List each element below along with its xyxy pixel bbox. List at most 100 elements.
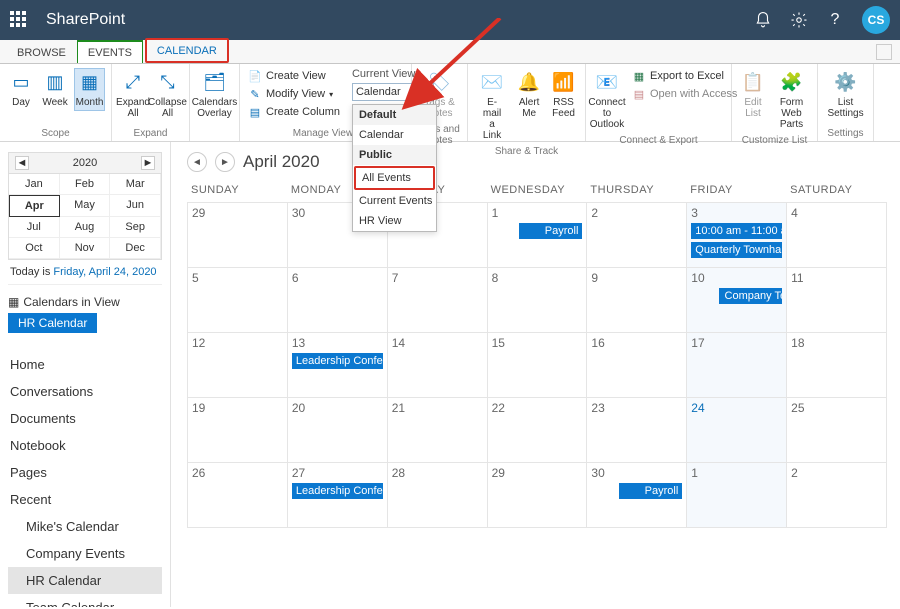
calendar-cell[interactable]: 18 [786, 332, 887, 398]
mini-month-jun[interactable]: Jun [110, 195, 161, 217]
calendar-cell[interactable]: 5 [187, 267, 288, 333]
calendars-overlay-button[interactable]: 🗂Calendars Overlay [196, 68, 233, 122]
tab-calendar[interactable]: CALENDAR [145, 38, 229, 63]
mini-month-sep[interactable]: Sep [110, 217, 161, 238]
view-option-hr-view[interactable]: HR View [353, 211, 436, 231]
mini-month-aug[interactable]: Aug [60, 217, 111, 238]
calendar-event[interactable]: Leadership Confer [292, 483, 383, 499]
mini-next-button[interactable]: ► [141, 156, 155, 170]
calendar-event[interactable]: Leadership Confer [292, 353, 383, 369]
nav-team-calendar[interactable]: Team Calendar [8, 594, 162, 607]
expand-all-button[interactable]: ⤢Expand All [118, 68, 148, 122]
nav-conversations[interactable]: Conversations [8, 378, 162, 405]
calendar-cell[interactable]: 310:00 am - 11:00 amQuarterly Townhall [686, 202, 787, 268]
email-link-button[interactable]: ✉️E-mail a Link [474, 68, 510, 144]
calendar-event[interactable]: Company Team Bu [719, 288, 783, 304]
mini-month-dec[interactable]: Dec [110, 238, 161, 259]
rss-feed-button[interactable]: 📶RSS Feed [548, 68, 579, 144]
open-access-button[interactable]: ▤Open with Access [630, 86, 739, 102]
view-option-calendar[interactable]: Calendar [353, 125, 436, 145]
calendar-cell[interactable]: 4 [786, 202, 887, 268]
calendar-cell[interactable]: 12 [187, 332, 288, 398]
calendar-cell[interactable]: 10Company Team Bu [686, 267, 787, 333]
cal-prev-button[interactable]: ◄ [187, 152, 207, 172]
calendar-cell[interactable]: 2 [786, 462, 887, 528]
calendar-cell[interactable]: 23 [586, 397, 687, 463]
scope-week-button[interactable]: ▥Week [40, 68, 70, 111]
nav-home[interactable]: Home [8, 351, 162, 378]
scope-day-button[interactable]: ▭Day [6, 68, 36, 111]
calendar-event[interactable]: Payroll [619, 483, 683, 499]
connect-outlook-button[interactable]: 📧Connect to Outlook [592, 68, 622, 133]
gear-icon[interactable] [790, 11, 808, 29]
mini-month-nov[interactable]: Nov [60, 238, 111, 259]
mini-month-jul[interactable]: Jul [9, 217, 60, 238]
mini-month-apr[interactable]: Apr [9, 195, 60, 217]
nav-company-events[interactable]: Company Events [8, 540, 162, 567]
focus-content-icon[interactable] [876, 44, 892, 60]
alert-me-button[interactable]: 🔔Alert Me [514, 68, 544, 144]
calendar-cell[interactable]: 2 [586, 202, 687, 268]
calendar-cell[interactable]: 13Leadership Confer [287, 332, 388, 398]
calendar-cell[interactable]: 26 [187, 462, 288, 528]
calendar-cell[interactable]: 1Payroll [487, 202, 588, 268]
calendar-cell[interactable]: 27Leadership Confer [287, 462, 388, 528]
calendar-cell[interactable]: 19 [187, 397, 288, 463]
calendar-cell[interactable]: 17 [686, 332, 787, 398]
calendar-cell[interactable]: 25 [786, 397, 887, 463]
view-option-all-events[interactable]: All Events [354, 166, 435, 190]
calendar-cell[interactable]: 28 [387, 462, 488, 528]
nav-recent[interactable]: Recent [8, 486, 162, 513]
calendar-cell[interactable]: 11 [786, 267, 887, 333]
calendar-cell[interactable]: 1 [686, 462, 787, 528]
mini-month-feb[interactable]: Feb [60, 174, 111, 195]
create-column-button[interactable]: ▤Create Column [246, 104, 342, 120]
tab-events[interactable]: EVENTS [77, 40, 143, 63]
calendar-cell[interactable]: 21 [387, 397, 488, 463]
nav-notebook[interactable]: Notebook [8, 432, 162, 459]
collapse-all-button[interactable]: ⤡Collapse All [152, 68, 183, 122]
mini-month-jan[interactable]: Jan [9, 174, 60, 195]
calendar-cell[interactable]: 20 [287, 397, 388, 463]
calendar-event[interactable]: Payroll [519, 223, 583, 239]
calendar-event[interactable]: 10:00 am - 11:00 am [691, 223, 782, 239]
avatar[interactable]: CS [862, 6, 890, 34]
calendar-cell[interactable]: 9 [586, 267, 687, 333]
nav-documents[interactable]: Documents [8, 405, 162, 432]
calendar-cell[interactable]: 6 [287, 267, 388, 333]
notifications-icon[interactable] [754, 11, 772, 29]
app-launcher-icon[interactable] [10, 11, 28, 29]
view-option-current-events[interactable]: Current Events [353, 191, 436, 211]
tab-browse[interactable]: BROWSE [6, 41, 77, 63]
create-view-button[interactable]: 📄Create View [246, 68, 342, 84]
calendar-cell[interactable]: 16 [586, 332, 687, 398]
calendar-cell[interactable]: 14 [387, 332, 488, 398]
calendar-cell[interactable]: 29 [187, 202, 288, 268]
nav-mikes-calendar[interactable]: Mike's Calendar [8, 513, 162, 540]
today-link[interactable]: Friday, April 24, 2020 [53, 266, 156, 278]
help-icon[interactable]: ? [826, 11, 844, 29]
edit-list-button[interactable]: 📋Edit List [738, 68, 768, 133]
calendar-cell[interactable]: 7 [387, 267, 488, 333]
calendar-cell[interactable]: 15 [487, 332, 588, 398]
day-header: WEDNESDAY [487, 180, 587, 202]
calendar-cell[interactable]: 29 [487, 462, 588, 528]
calendar-cell[interactable]: 22 [487, 397, 588, 463]
mini-month-oct[interactable]: Oct [9, 238, 60, 259]
civ-chip-hr[interactable]: HR Calendar [8, 313, 97, 333]
modify-view-button[interactable]: ✎Modify View ▾ [246, 86, 342, 102]
nav-hr-calendar[interactable]: HR Calendar [8, 567, 162, 594]
nav-pages[interactable]: Pages [8, 459, 162, 486]
calendar-cell[interactable]: 30Payroll [586, 462, 687, 528]
scope-month-button[interactable]: ▦Month [74, 68, 105, 111]
form-web-parts-button[interactable]: 🧩Form Web Parts [772, 68, 811, 133]
mini-month-may[interactable]: May [60, 195, 111, 217]
calendar-event[interactable]: Quarterly Townhall [691, 242, 782, 258]
calendar-cell[interactable]: 24 [686, 397, 787, 463]
export-excel-button[interactable]: ▦Export to Excel [630, 68, 739, 84]
mini-month-mar[interactable]: Mar [110, 174, 161, 195]
calendar-cell[interactable]: 8 [487, 267, 588, 333]
mini-prev-button[interactable]: ◄ [15, 156, 29, 170]
cal-next-button[interactable]: ► [215, 152, 235, 172]
list-settings-button[interactable]: ⚙️List Settings [824, 68, 867, 122]
